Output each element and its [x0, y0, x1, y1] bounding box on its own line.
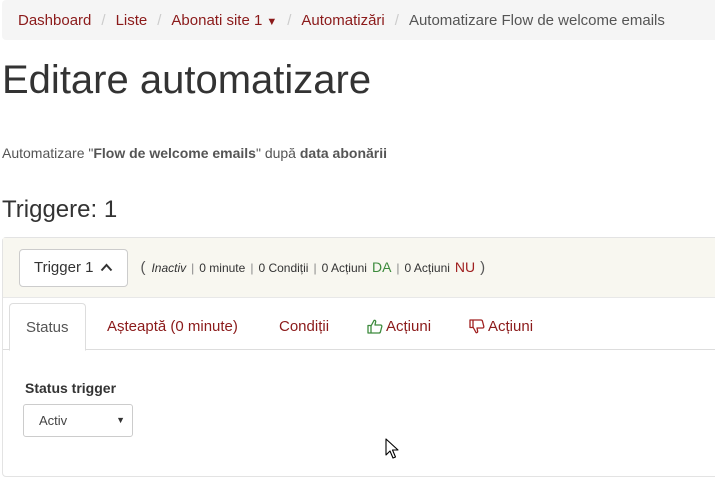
breadcrumb-separator: / — [287, 11, 292, 29]
breadcrumb: Dashboard / Liste / Abonati site 1 ▼ / Au… — [2, 0, 715, 40]
trigger-panel-header: Trigger 1 ( Inactiv | 0 minute | 0 Condi… — [3, 238, 715, 298]
trigger-actions-yes: 0 Acțiuni — [321, 261, 367, 275]
status-select-value: Activ — [39, 413, 68, 428]
tab-status-label: Status — [26, 318, 69, 336]
breadcrumb-list-dropdown[interactable]: Abonati site 1 ▼ — [171, 12, 277, 29]
trigger-state: Inactiv — [151, 261, 187, 275]
trigger-tabs: Status Așteaptă (0 minute) Condiții Acți… — [3, 298, 715, 351]
summary-prefix: Automatizare " — [2, 145, 94, 161]
caret-down-icon: ▼ — [266, 15, 278, 28]
triggers-title: Triggere: 1 — [2, 196, 118, 223]
tab-actions-yes-label: Acțiuni — [386, 318, 432, 335]
tab-wait[interactable]: Așteaptă (0 minute) — [107, 303, 238, 350]
trigger-actions-no: 0 Acțiuni — [404, 261, 450, 275]
close-paren: ) — [480, 259, 486, 276]
caret-down-icon: ▼ — [116, 415, 125, 425]
status-trigger-select[interactable]: Activ ▼ — [23, 404, 133, 437]
tab-conditions[interactable]: Condiții — [279, 303, 329, 350]
breadcrumb-separator: / — [157, 11, 162, 29]
no-label: NU — [454, 259, 476, 275]
trigger-conditions: 0 Condiții — [258, 261, 309, 275]
breadcrumb-current: Automatizare Flow de welcome emails — [408, 11, 665, 29]
page-title: Editare automatizare — [2, 58, 372, 102]
trigger-wait: 0 minute — [199, 261, 246, 275]
trigger-panel: Trigger 1 ( Inactiv | 0 minute | 0 Condi… — [2, 237, 715, 477]
tab-wait-label: Așteaptă (0 minute) — [107, 318, 238, 335]
trigger-toggle-button[interactable]: Trigger 1 — [19, 248, 129, 287]
separator: | — [191, 261, 195, 275]
breadcrumb-separator: / — [394, 11, 399, 29]
trigger-button-label: Trigger 1 — [34, 259, 94, 276]
breadcrumb-dashboard[interactable]: Dashboard — [18, 12, 91, 29]
tab-status[interactable]: Status — [9, 303, 86, 351]
thumbs-down-icon — [469, 319, 485, 334]
automation-basis: data abonării — [299, 145, 388, 161]
tab-actions-no[interactable]: Acțiuni — [469, 303, 533, 350]
tab-actions-yes[interactable]: Acțiuni — [367, 303, 431, 350]
chevron-up-icon — [101, 263, 113, 272]
status-trigger-label: Status trigger — [25, 380, 117, 396]
automation-name: Flow de welcome emails — [93, 145, 256, 161]
breadcrumb-separator: / — [101, 11, 106, 29]
tab-actions-no-label: Acțiuni — [488, 318, 534, 335]
yes-label: DA — [371, 259, 392, 275]
separator: | — [250, 261, 254, 275]
separator: | — [396, 261, 400, 275]
separator: | — [313, 261, 317, 275]
breadcrumb-automatizari[interactable]: Automatizări — [301, 12, 384, 29]
summary-middle: " după — [255, 145, 300, 161]
mouse-pointer-icon — [385, 438, 399, 459]
thumbs-up-icon — [367, 319, 383, 334]
breadcrumb-liste[interactable]: Liste — [116, 12, 148, 29]
breadcrumb-list-label: Abonati site 1 — [171, 11, 263, 29]
tab-conditions-label: Condiții — [279, 318, 330, 335]
trigger-summary: ( Inactiv | 0 minute | 0 Condiții | 0 Ac… — [140, 259, 485, 276]
automation-summary: Automatizare "Flow de welcome emails" du… — [2, 145, 387, 161]
